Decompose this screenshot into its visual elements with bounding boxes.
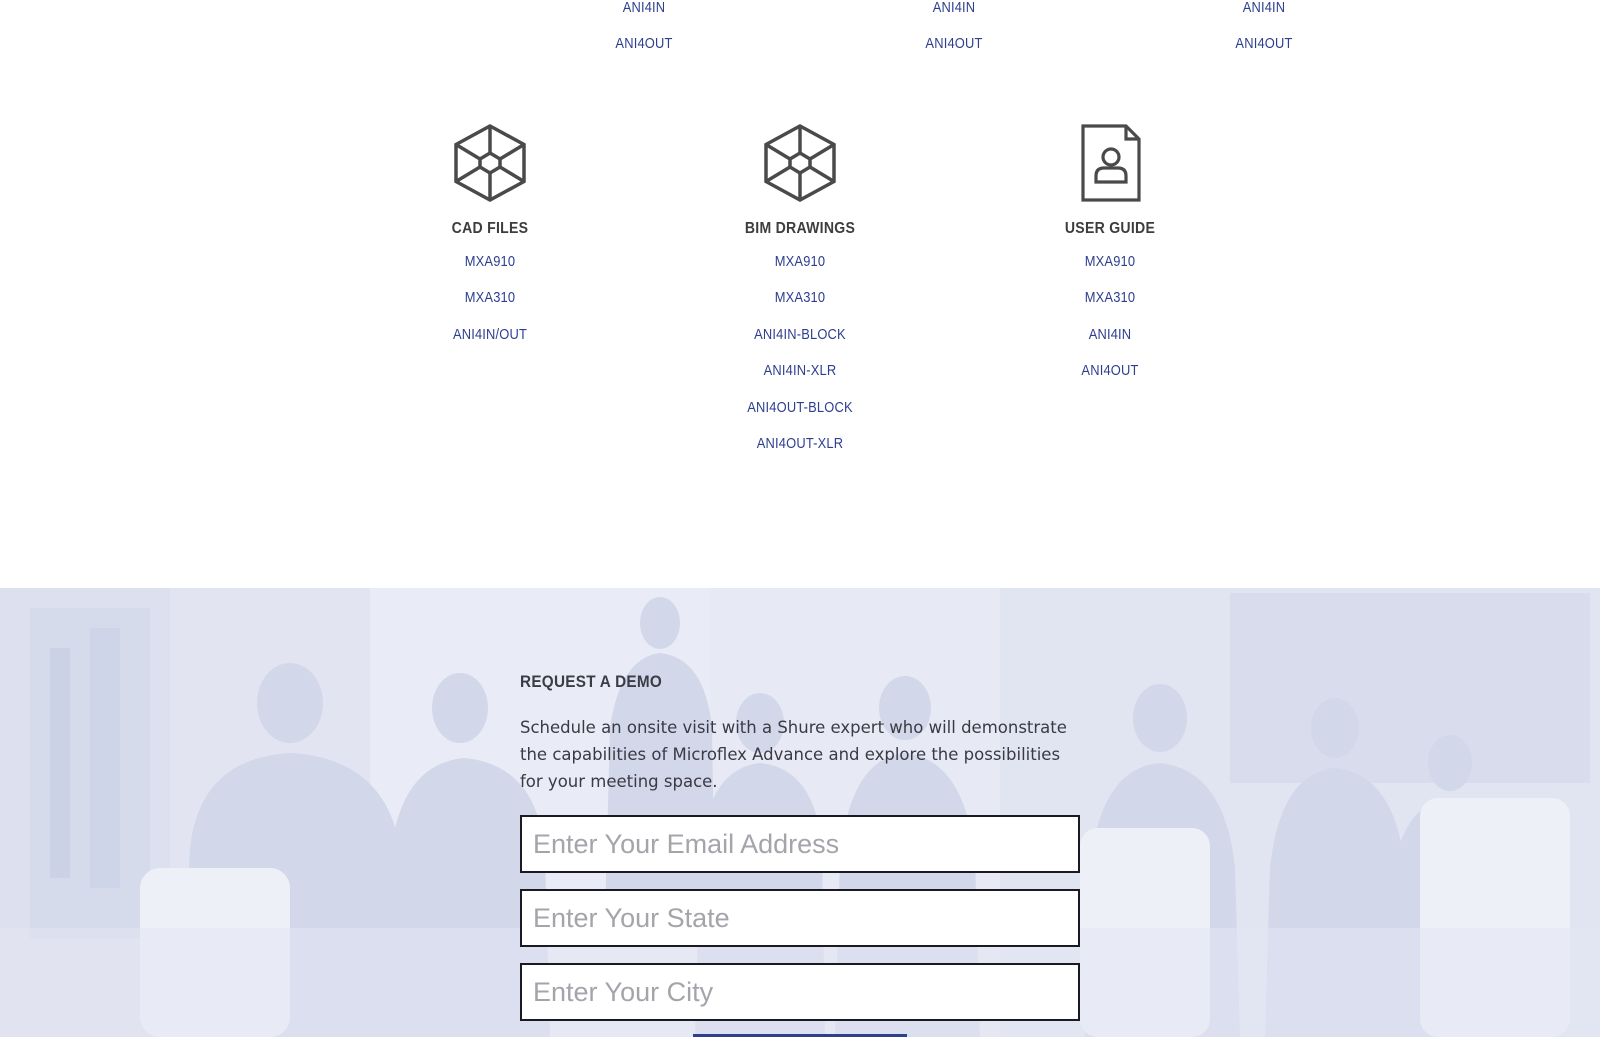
cad-files-column: CAD FILES MXA910 MXA310 ANI4IN/OUT xyxy=(380,123,600,353)
user-guide-heading: USER GUIDE xyxy=(1064,220,1156,237)
demo-description: Schedule an onsite visit with a Shure ex… xyxy=(520,718,1067,791)
email-field[interactable] xyxy=(520,815,1080,873)
top-link-ani4out[interactable]: ANI4OUT xyxy=(868,26,1040,62)
bim-link-ani4in-block[interactable]: ANI4IN-BLOCK xyxy=(705,317,894,353)
bim-link-ani4out-block[interactable]: ANI4OUT-BLOCK xyxy=(705,390,894,426)
bim-link-mxa310[interactable]: MXA310 xyxy=(705,280,894,316)
top-link-column-1: ANI4IN ANI4OUT xyxy=(544,0,744,62)
top-link-column-2: ANI4IN ANI4OUT xyxy=(854,0,1054,62)
demo-form-container: REQUEST A DEMO Schedule an onsite visit … xyxy=(520,672,1080,1021)
state-field[interactable] xyxy=(520,889,1080,947)
cube-icon xyxy=(454,124,526,202)
cad-link-mxa310[interactable]: MXA310 xyxy=(395,280,584,316)
top-link-ani4out[interactable]: ANI4OUT xyxy=(558,26,730,62)
cad-link-mxa910[interactable]: MXA910 xyxy=(395,244,584,280)
city-field[interactable] xyxy=(520,963,1080,1021)
guide-link-mxa310[interactable]: MXA310 xyxy=(1015,280,1204,316)
top-link-column-3: ANI4IN ANI4OUT xyxy=(1164,0,1364,62)
request-demo-section: REQUEST A DEMO Schedule an onsite visit … xyxy=(0,588,1600,1037)
guide-link-mxa910[interactable]: MXA910 xyxy=(1015,244,1204,280)
bim-link-mxa910[interactable]: MXA910 xyxy=(705,244,894,280)
user-document-icon xyxy=(1081,124,1141,202)
guide-link-ani4in[interactable]: ANI4IN xyxy=(1015,317,1204,353)
bim-drawings-heading: BIM DRAWINGS xyxy=(744,220,856,237)
user-guide-column: USER GUIDE MXA910 MXA310 ANI4IN ANI4OUT xyxy=(1000,123,1220,390)
guide-link-ani4out[interactable]: ANI4OUT xyxy=(1015,353,1204,389)
bim-link-ani4in-xlr[interactable]: ANI4IN-XLR xyxy=(705,353,894,389)
bim-drawings-links: MXA910 MXA310 ANI4IN-BLOCK ANI4IN-XLR AN… xyxy=(690,244,910,462)
bim-drawings-column: BIM DRAWINGS MXA910 MXA310 ANI4IN-BLOCK … xyxy=(690,123,910,462)
top-link-ani4in[interactable]: ANI4IN xyxy=(1178,0,1350,26)
cad-link-ani4in-out[interactable]: ANI4IN/OUT xyxy=(395,317,584,353)
cad-files-heading: CAD FILES xyxy=(451,220,529,237)
top-link-ani4in[interactable]: ANI4IN xyxy=(558,0,730,26)
user-guide-links: MXA910 MXA310 ANI4IN ANI4OUT xyxy=(1000,244,1220,390)
top-link-ani4out[interactable]: ANI4OUT xyxy=(1178,26,1350,62)
cad-files-links: MXA910 MXA310 ANI4IN/OUT xyxy=(380,244,600,353)
demo-title: REQUEST A DEMO xyxy=(520,672,663,691)
cube-icon xyxy=(764,124,836,202)
bim-link-ani4out-xlr[interactable]: ANI4OUT-XLR xyxy=(705,426,894,462)
top-link-ani4in[interactable]: ANI4IN xyxy=(868,0,1040,26)
